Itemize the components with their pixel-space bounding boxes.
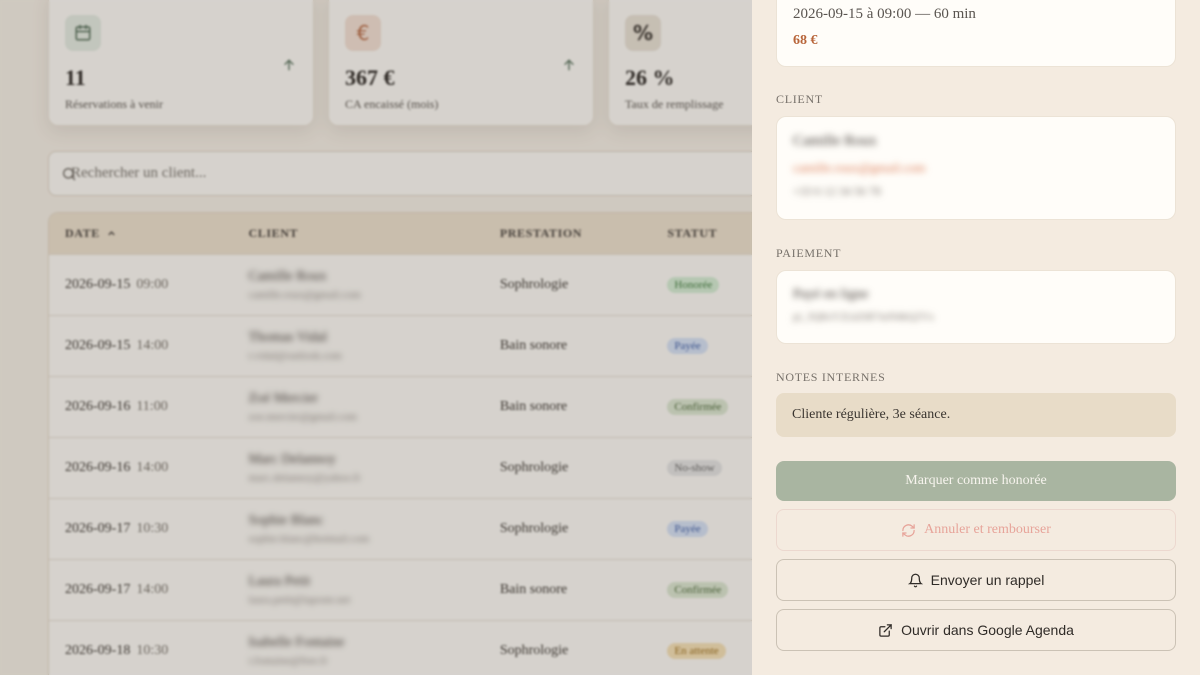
payment-id: pi_3Q8xY2LkZtR7mN4bQ2Vx [793, 311, 935, 323]
refresh-icon [902, 523, 915, 537]
client-phone: +33 6 12 34 56 78 [793, 184, 881, 198]
external-link-icon [879, 623, 892, 637]
appointment-card: 2026-09-15 à 09:00 — 60 min 68 € [776, 0, 1176, 67]
client-name: Camille Roux [793, 133, 877, 149]
send-reminder-button[interactable]: Envoyer un rappel [776, 559, 1176, 601]
client-email-link[interactable]: camille.roux@gmail.com [793, 160, 1159, 176]
appointment-price: 68 € [793, 33, 818, 48]
client-card: Camille Roux camille.roux@gmail.com +33 … [776, 116, 1176, 220]
booking-detail-panel: 2026-09-15 à 09:00 — 60 min 68 € CLIENT … [752, 0, 1200, 675]
section-label-notes: NOTES INTERNES [776, 370, 886, 384]
appointment-datetime: 2026-09-15 à 09:00 — 60 min [793, 6, 976, 22]
section-label-payment: PAIEMENT [776, 246, 842, 260]
open-google-calendar-button[interactable]: Ouvrir dans Google Agenda [776, 609, 1176, 651]
modal-backdrop[interactable] [0, 0, 752, 675]
section-label-client: CLIENT [776, 92, 823, 106]
internal-notes[interactable]: Cliente régulière, 3e séance. [776, 393, 1176, 437]
bell-icon [907, 573, 923, 587]
mark-honored-button[interactable]: Marquer comme honorée [776, 461, 1176, 501]
payment-card: Payé en ligne pi_3Q8xY2LkZtR7mN4bQ2Vx [776, 270, 1176, 344]
cancel-refund-button[interactable]: Annuler et rembourser [776, 509, 1176, 551]
payment-status: Payé en ligne [793, 287, 869, 302]
